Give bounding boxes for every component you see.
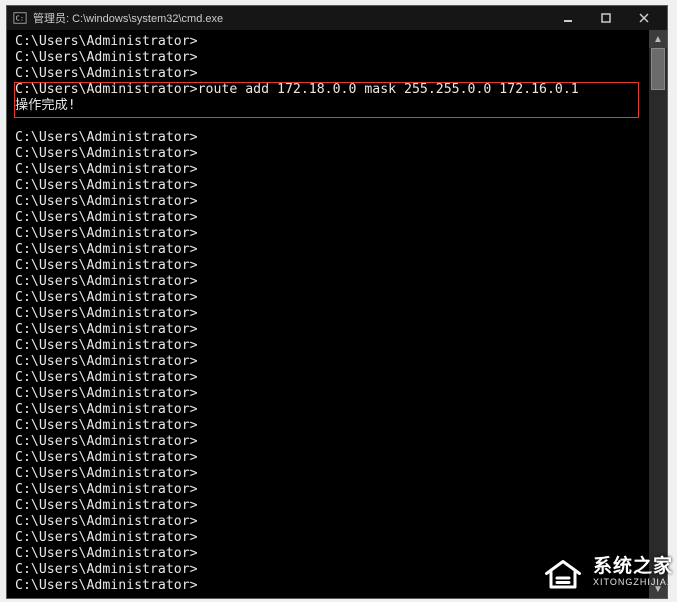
command-line: C:\Users\Administrator>route add 172.18.… xyxy=(15,82,643,98)
cmd-icon: C: xyxy=(13,11,27,25)
prompt-line: C:\Users\Administrator> xyxy=(15,258,643,274)
prompt-line: C:\Users\Administrator> xyxy=(15,242,643,258)
prompt-line: C:\Users\Administrator> xyxy=(15,322,643,338)
prompt-line: C:\Users\Administrator> xyxy=(15,578,643,594)
minimize-button[interactable] xyxy=(549,8,587,28)
prompt-line: C:\Users\Administrator> xyxy=(15,466,643,482)
maximize-button[interactable] xyxy=(587,8,625,28)
close-button[interactable] xyxy=(625,8,663,28)
cmd-window: C: 管理员: C:\windows\system32\cmd.exe C:\U… xyxy=(6,5,668,599)
prompt-line: C:\Users\Administrator> xyxy=(15,370,643,386)
prompt-line: C:\Users\Administrator> xyxy=(15,50,643,66)
prompt-line: C:\Users\Administrator> xyxy=(15,482,643,498)
console-output[interactable]: C:\Users\Administrator>C:\Users\Administ… xyxy=(7,30,649,598)
prompt-line: C:\Users\Administrator> xyxy=(15,402,643,418)
prompt-line: C:\Users\Administrator> xyxy=(15,546,643,562)
prompt-line: C:\Users\Administrator> xyxy=(15,130,643,146)
prompt-line: C:\Users\Administrator> xyxy=(15,210,643,226)
scroll-down-button[interactable]: ▼ xyxy=(649,580,667,598)
prompt-line: C:\Users\Administrator> xyxy=(15,338,643,354)
prompt-line: C:\Users\Administrator> xyxy=(15,34,643,50)
prompt-line: C:\Users\Administrator> xyxy=(15,418,643,434)
prompt-line: C:\Users\Administrator> xyxy=(15,226,643,242)
scrollbar-thumb[interactable] xyxy=(651,48,665,90)
prompt-line: C:\Users\Administrator> xyxy=(15,450,643,466)
blank-line xyxy=(15,114,643,130)
prompt-line: C:\Users\Administrator> xyxy=(15,306,643,322)
prompt-line: C:\Users\Administrator> xyxy=(15,290,643,306)
prompt-line: C:\Users\Administrator> xyxy=(15,434,643,450)
window-title: 管理员: C:\windows\system32\cmd.exe xyxy=(33,10,549,26)
result-line: 操作完成! xyxy=(15,98,643,114)
scrollbar-track[interactable] xyxy=(649,48,667,580)
prompt-line: C:\Users\Administrator> xyxy=(15,498,643,514)
prompt-line: C:\Users\Administrator> xyxy=(15,194,643,210)
prompt-line: C:\Users\Administrator> xyxy=(15,530,643,546)
prompt-line: C:\Users\Administrator> xyxy=(15,146,643,162)
prompt-line: C:\Users\Administrator> xyxy=(15,162,643,178)
prompt-line: C:\Users\Administrator> xyxy=(15,178,643,194)
prompt-line: C:\Users\Administrator> xyxy=(15,514,643,530)
svg-text:C:: C: xyxy=(16,15,24,23)
scroll-up-button[interactable]: ▲ xyxy=(649,30,667,48)
window-buttons xyxy=(549,8,663,28)
prompt-line: C:\Users\Administrator> xyxy=(15,66,643,82)
prompt-line: C:\Users\Administrator> xyxy=(15,354,643,370)
console-body: C:\Users\Administrator>C:\Users\Administ… xyxy=(7,30,667,598)
vertical-scrollbar[interactable]: ▲ ▼ xyxy=(649,30,667,598)
prompt-line: C:\Users\Administrator> xyxy=(15,562,643,578)
titlebar[interactable]: C: 管理员: C:\windows\system32\cmd.exe xyxy=(7,6,667,30)
prompt-line: C:\Users\Administrator> xyxy=(15,274,643,290)
prompt-line: C:\Users\Administrator> xyxy=(15,386,643,402)
